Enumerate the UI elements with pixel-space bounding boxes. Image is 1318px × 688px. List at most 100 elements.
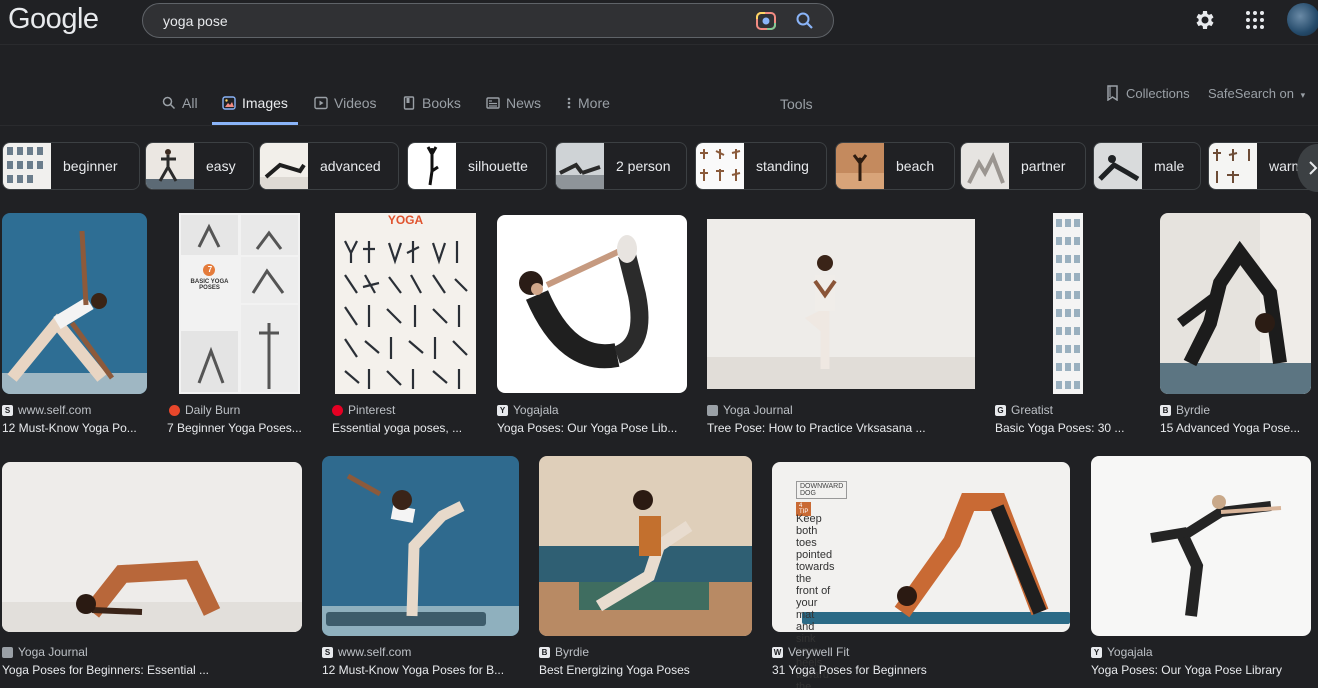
camera-lens-icon[interactable]	[755, 11, 777, 31]
result-source[interactable]: Swww.self.com	[2, 403, 91, 417]
chip-beach[interactable]: beach	[835, 142, 955, 190]
site-favicon-icon: G	[995, 404, 1006, 416]
result-image[interactable]	[2, 213, 147, 394]
chip-2-person[interactable]: 2 person	[555, 142, 687, 190]
search-input[interactable]: yoga pose	[163, 13, 228, 29]
result-title[interactable]: Best Energizing Yoga Poses	[539, 663, 752, 677]
result-source-name: Yogajala	[1107, 645, 1153, 659]
safesearch-label: SafeSearch on	[1208, 86, 1295, 101]
result-source[interactable]: B Byrdie	[539, 645, 589, 659]
result-title[interactable]: 12 Must-Know Yoga Po...	[2, 421, 147, 435]
result-title[interactable]: Essential yoga poses, ...	[332, 421, 465, 435]
chip-thumbnail	[836, 143, 884, 189]
chevron-right-icon	[1309, 161, 1318, 175]
result-image[interactable]	[335, 213, 476, 394]
result-title[interactable]: Yoga Poses for Beginners: Essential ...	[2, 663, 214, 677]
tab-books[interactable]: Books	[402, 95, 461, 125]
bookmark-icon	[1107, 85, 1118, 101]
result-image[interactable]	[2, 462, 302, 632]
top-bar: Google yoga pose	[0, 0, 1318, 45]
result-image[interactable]	[322, 456, 519, 636]
gear-icon[interactable]	[1193, 8, 1217, 32]
result-source[interactable]: Yoga Journal	[707, 403, 793, 417]
tab-label: Books	[422, 95, 461, 111]
book-icon	[403, 96, 415, 110]
search-icon[interactable]	[795, 11, 815, 31]
tab-all[interactable]: All	[162, 95, 198, 125]
site-favicon-icon: B	[1160, 404, 1171, 416]
caption-line: Keep both toes pointed	[796, 513, 833, 561]
news-icon	[486, 97, 500, 109]
result-source[interactable]: W Verywell Fit	[772, 645, 849, 659]
chip-thumbnail	[3, 143, 51, 189]
apps-grid-icon[interactable]	[1244, 9, 1266, 31]
result-title[interactable]: Yoga Poses: Our Yoga Pose Lib...	[497, 421, 687, 435]
result-source[interactable]: Swww.self.com	[322, 645, 411, 659]
result-title[interactable]: Basic Yoga Poses: 30 ...	[995, 421, 1135, 435]
chevron-down-icon: ▾	[1300, 90, 1306, 100]
result-image[interactable]	[707, 219, 975, 389]
tab-label: Videos	[334, 95, 377, 111]
collections-button[interactable]: Collections	[1106, 85, 1190, 101]
play-icon	[314, 96, 328, 110]
chip-thumbnail	[408, 143, 456, 189]
chip-easy[interactable]: easy	[145, 142, 254, 190]
chip-label: advanced	[320, 158, 381, 174]
result-source-name: Yoga Journal	[723, 403, 793, 417]
chip-label: partner	[1021, 158, 1066, 174]
result-source[interactable]: Pinterest	[332, 403, 395, 417]
result-title[interactable]: 7 Beginner Yoga Poses...	[167, 421, 305, 435]
tools-button[interactable]: Tools	[780, 96, 813, 112]
google-logo[interactable]: Google	[8, 3, 99, 36]
tab-images[interactable]: Images	[212, 95, 298, 125]
chip-silhouette[interactable]: silhouette	[407, 142, 547, 190]
search-box[interactable]: yoga pose	[142, 3, 834, 38]
site-favicon-icon: W	[772, 646, 783, 658]
result-image[interactable]	[179, 213, 300, 394]
result-source[interactable]: Y Yogajala	[497, 403, 559, 417]
chip-thumbnail	[696, 143, 744, 189]
chip-partner[interactable]: partner	[960, 142, 1086, 190]
result-source[interactable]: Daily Burn	[169, 403, 240, 417]
chip-advanced[interactable]: advanced	[259, 142, 399, 190]
chip-beginner[interactable]: beginner	[2, 142, 140, 190]
chip-standing[interactable]: standing	[695, 142, 827, 190]
result-source-name: Byrdie	[1176, 403, 1211, 417]
result-title[interactable]: 12 Must-Know Yoga Poses for B...	[322, 663, 519, 677]
tabs-divider	[0, 125, 1318, 126]
poster-heading: YOGA	[387, 213, 424, 227]
result-title[interactable]: Tree Pose: How to Practice Vrksasana ...	[707, 421, 939, 435]
search-icon	[162, 96, 176, 110]
result-source[interactable]: Y Yogajala	[1091, 645, 1153, 659]
result-source-name: Greatist	[1011, 403, 1054, 417]
safesearch-toggle[interactable]: SafeSearch on ▾	[1208, 86, 1305, 101]
avatar[interactable]	[1287, 3, 1318, 36]
result-source-name: www.self.com	[18, 403, 92, 417]
site-favicon-icon: S	[322, 646, 333, 658]
chip-male[interactable]: male	[1093, 142, 1201, 190]
result-image[interactable]	[1053, 213, 1083, 394]
result-source[interactable]: B Byrdie	[1160, 403, 1210, 417]
result-title[interactable]: Yoga Poses: Our Yoga Pose Library	[1091, 663, 1311, 677]
site-favicon-icon	[2, 646, 13, 658]
result-source-name: Byrdie	[555, 645, 590, 659]
caption-line: towards the front of	[796, 561, 835, 597]
chip-label: standing	[756, 158, 809, 174]
result-image[interactable]	[497, 215, 687, 393]
result-title[interactable]: 31 Yoga Poses for Beginners	[772, 663, 1070, 677]
result-image[interactable]	[1091, 456, 1311, 636]
chip-label: male	[1154, 158, 1185, 174]
result-source-name: Yogajala	[513, 403, 559, 417]
result-image[interactable]	[539, 456, 752, 636]
result-title[interactable]: 15 Advanced Yoga Pose...	[1160, 421, 1311, 435]
tab-news[interactable]: News	[486, 95, 541, 125]
chip-thumbnail	[1094, 143, 1142, 189]
result-source[interactable]: Yoga Journal	[2, 645, 88, 659]
site-favicon-icon	[332, 404, 343, 416]
result-source[interactable]: G Greatist	[995, 403, 1053, 417]
tab-videos[interactable]: Videos	[314, 95, 377, 125]
result-source-name: www.self.com	[338, 645, 412, 659]
tab-more[interactable]: More	[566, 95, 610, 125]
site-favicon-icon: B	[539, 646, 550, 658]
result-image[interactable]	[1160, 213, 1311, 394]
